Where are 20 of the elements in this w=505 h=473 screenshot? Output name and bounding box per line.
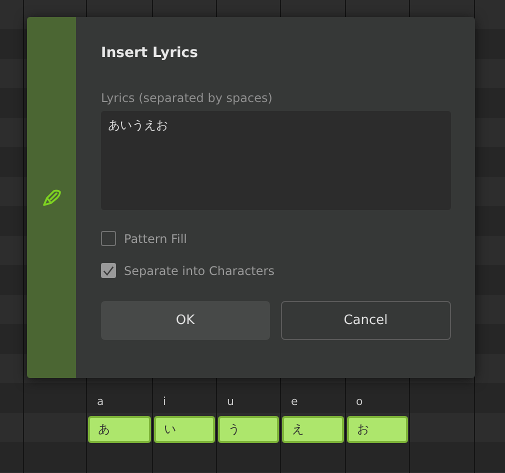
ok-button[interactable]: OK: [101, 301, 270, 340]
phoneme-label: e: [290, 395, 298, 410]
checkbox[interactable]: [101, 263, 116, 278]
phoneme-label: a: [96, 395, 104, 410]
checkbox-label: Pattern Fill: [124, 232, 188, 246]
lyric-note[interactable]: あ: [88, 416, 151, 443]
lyric-note[interactable]: う: [218, 416, 279, 443]
cancel-button[interactable]: Cancel: [280, 301, 451, 340]
lyrics-field[interactable]: あいうえお: [101, 111, 451, 210]
pen-icon: [42, 188, 62, 206]
phoneme-label: i: [162, 395, 166, 410]
lyric-note[interactable]: え: [282, 416, 344, 443]
checkbox-label: Separate into Characters: [124, 264, 274, 278]
checkbox[interactable]: [101, 231, 116, 246]
phoneme-label: u: [226, 395, 234, 410]
lyric-note[interactable]: お: [347, 416, 408, 443]
field-label: Lyrics (separated by spaces): [101, 91, 274, 105]
dialog-title: Insert Lyrics: [101, 45, 199, 63]
phoneme-label: o: [355, 395, 363, 410]
lyric-note[interactable]: い: [154, 416, 215, 443]
